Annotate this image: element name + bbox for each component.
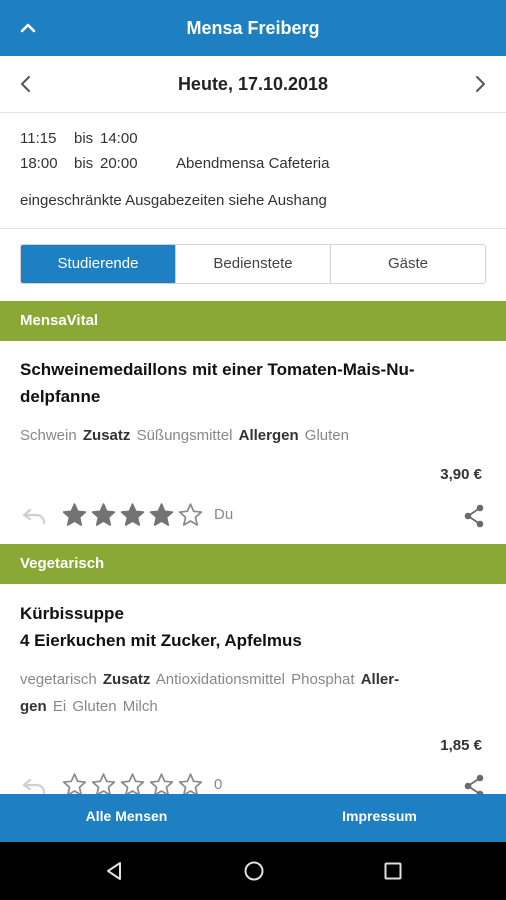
time-to: 20:00 xyxy=(100,155,138,172)
home-icon[interactable] xyxy=(242,859,266,883)
recent-apps-icon[interactable] xyxy=(381,859,405,883)
rating-label: 0 xyxy=(214,776,223,793)
tag: Antioxidationsmittel xyxy=(155,671,285,688)
meal-price: 3,90 € xyxy=(440,466,482,483)
undo-icon[interactable] xyxy=(20,504,48,528)
tag: Süßungsmittel xyxy=(136,427,233,444)
system-navigation-bar xyxy=(0,842,506,900)
current-date: Heute, 17.10.2018 xyxy=(177,74,329,94)
tag: Gluten xyxy=(72,698,117,715)
date-navigation: Heute, 17.10.2018 xyxy=(0,56,506,113)
tab-studierende[interactable]: Studierende xyxy=(21,245,175,283)
star-icon[interactable] xyxy=(89,502,118,528)
back-icon[interactable] xyxy=(102,859,126,883)
tag: Milch xyxy=(122,698,158,715)
nav-alle-mensen[interactable]: Alle Mensen xyxy=(0,794,253,842)
divider xyxy=(0,228,506,229)
rating-label: Du xyxy=(214,506,234,523)
tag: Ei xyxy=(52,698,67,715)
tag-heading: Allergen xyxy=(238,427,299,444)
tag-heading: Zusatz xyxy=(102,671,151,688)
meal-tags: Schwein Zusatz Süßungsmittel Allergen Gl… xyxy=(20,422,490,449)
tag: vegetarisch xyxy=(20,671,97,688)
tab-gaeste[interactable]: Gäste xyxy=(330,245,485,283)
time-from: 18:00 xyxy=(20,155,58,172)
tag: Gluten xyxy=(304,427,349,444)
star-icon[interactable] xyxy=(147,502,176,528)
meal-title-line: Kürbissuppe xyxy=(20,604,124,623)
meal-actions: Du xyxy=(20,502,486,530)
meal-title[interactable]: Schweinemedaillons mit einer Tomaten-Mai… xyxy=(20,356,480,410)
meal-title-line: delpfanne xyxy=(20,387,101,406)
tag-heading: gen xyxy=(20,698,47,715)
meal-price: 1,85 € xyxy=(440,737,482,754)
app-header: Mensa Freiberg xyxy=(0,0,506,56)
opening-hours-row: 11:15 bis 14:00 xyxy=(20,126,329,151)
meal-title-line: 4 Eierkuchen mit Zucker, Apfelmus xyxy=(20,631,302,650)
star-icon[interactable] xyxy=(60,502,89,528)
star-icon[interactable] xyxy=(118,502,147,528)
tag-line: vegetarisch Zusatz Antioxidationsmittel … xyxy=(20,666,490,693)
category-header: Vegetarisch xyxy=(0,544,506,584)
nav-impressum[interactable]: Impressum xyxy=(253,794,506,842)
meal-title-line: Schweinemedaillons mit einer Tomaten-Mai… xyxy=(20,360,415,379)
time-label: Abendmensa Cafeteria xyxy=(176,155,330,172)
tag: Schwein xyxy=(20,427,77,444)
star-icon[interactable] xyxy=(176,502,205,528)
meal-title[interactable]: Kürbissuppe 4 Eierkuchen mit Zucker, Apf… xyxy=(20,600,480,654)
tag: Phosphat xyxy=(291,671,355,688)
meal-tags: vegetarisch Zusatz Antioxidationsmittel … xyxy=(20,666,490,720)
tag-heading: Aller- xyxy=(360,671,400,688)
tag-line: gen Ei Gluten Milch xyxy=(20,693,490,720)
tag-line: Schwein Zusatz Süßungsmittel Allergen Gl… xyxy=(20,422,490,449)
time-separator: bis xyxy=(74,155,94,172)
hours-notice: eingeschränkte Ausgabezeiten siehe Ausha… xyxy=(20,192,327,209)
tag-heading: Zusatz xyxy=(82,427,131,444)
bottom-navigation: Alle Mensen Impressum xyxy=(0,794,506,842)
rating-stars[interactable] xyxy=(60,502,205,528)
category-header: MensaVital xyxy=(0,301,506,341)
opening-hours-row: 18:00 bis 20:00 Abendmensa Cafeteria xyxy=(20,151,329,176)
page-title: Mensa Freiberg xyxy=(186,18,320,38)
share-icon[interactable] xyxy=(462,503,486,529)
opening-hours: 11:15 bis 14:00 18:00 bis 20:00 Abendmensa Ca… xyxy=(20,126,329,213)
chevron-right-icon[interactable] xyxy=(468,72,492,96)
time-to: 14:00 xyxy=(100,130,138,147)
time-separator: bis xyxy=(74,130,94,147)
tab-bedienstete[interactable]: Bedienstete xyxy=(175,245,330,283)
price-group-tabs: Studierende Bedienstete Gäste xyxy=(20,244,486,284)
time-from: 11:15 xyxy=(20,130,57,147)
